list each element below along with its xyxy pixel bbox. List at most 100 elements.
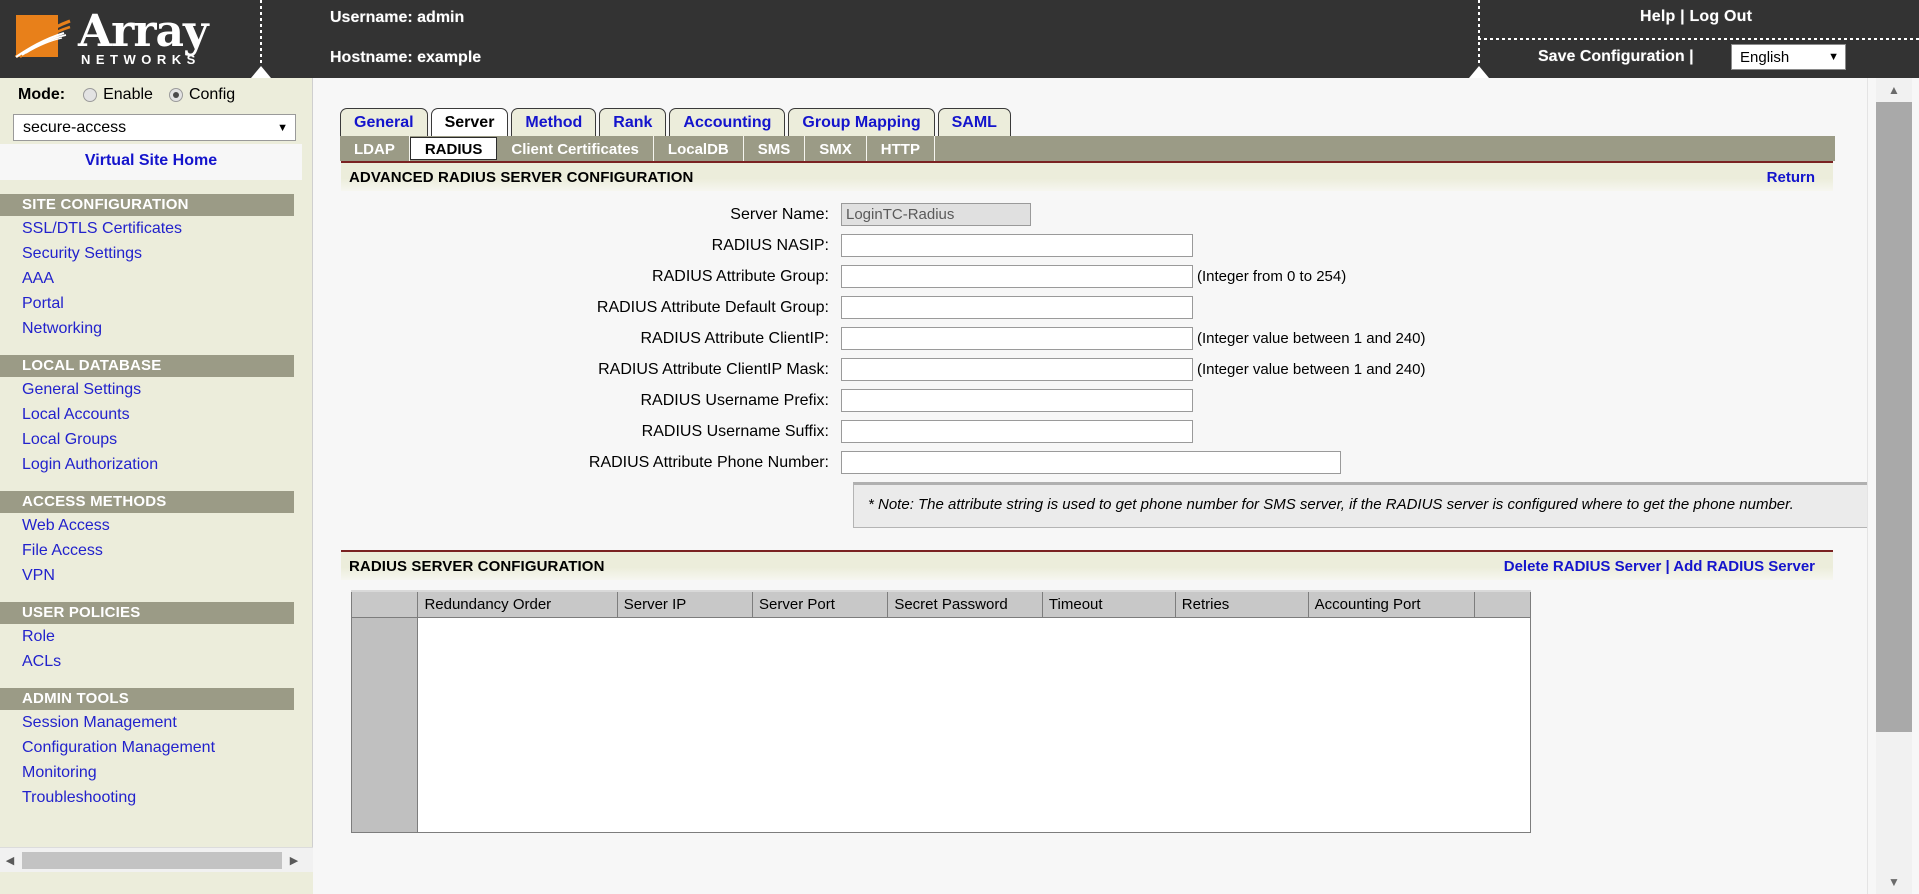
tab-saml[interactable]: SAML [937, 108, 1011, 136]
subtab-client-certificates[interactable]: Client Certificates [497, 136, 654, 161]
radius-attribute-group-input[interactable] [841, 265, 1193, 288]
sidebar-item-troubleshooting[interactable]: Troubleshooting [0, 785, 312, 810]
mode-selector: Mode: Enable Config [0, 78, 312, 112]
tab-accounting[interactable]: Accounting [669, 108, 786, 136]
tab-method[interactable]: Method [511, 108, 597, 136]
radius-attribute-phone-number-input[interactable] [841, 451, 1341, 474]
sidebar-item-ssl-dtls-certificates[interactable]: SSL/DTLS Certificates [0, 216, 312, 241]
field-row-attribute-phone-number: RADIUS Attribute Phone Number: [341, 451, 1833, 474]
secondary-tab-bar: LDAP RADIUS Client Certificates LocalDB … [340, 136, 1835, 161]
subtab-radius[interactable]: RADIUS [409, 137, 498, 160]
add-radius-server-link[interactable]: Add RADIUS Server [1673, 558, 1815, 575]
sidebar-bottom-strip [0, 872, 313, 894]
language-select-value: English [1740, 48, 1790, 66]
sidebar-item-local-groups[interactable]: Local Groups [0, 427, 312, 452]
virtual-site-home-link[interactable]: Virtual Site Home [0, 144, 302, 180]
chevron-down-icon: ▼ [1828, 51, 1839, 63]
sidebar-item-portal[interactable]: Portal [0, 291, 312, 316]
tab-general[interactable]: General [340, 108, 428, 136]
sidebar-item-file-access[interactable]: File Access [0, 538, 312, 563]
brand-subtitle: NETWORKS [81, 52, 201, 67]
subtab-smx[interactable]: SMX [805, 136, 867, 161]
scroll-left-icon[interactable]: ◀ [0, 848, 20, 873]
hint-attribute-group: (Integer from 0 to 254) [1197, 268, 1347, 285]
radius-attribute-default-group-input[interactable] [841, 296, 1193, 319]
tab-group-mapping[interactable]: Group Mapping [788, 108, 935, 136]
sidebar-item-security-settings[interactable]: Security Settings [0, 241, 312, 266]
sidebar-item-networking[interactable]: Networking [0, 316, 312, 341]
server-name-input[interactable] [841, 203, 1031, 226]
return-link[interactable]: Return [1767, 169, 1815, 186]
subtab-http[interactable]: HTTP [867, 136, 935, 161]
tab-server[interactable]: Server [430, 108, 509, 136]
label-attribute-group: RADIUS Attribute Group: [652, 267, 829, 285]
header-divider-left [260, 0, 262, 66]
sidebar-item-session-management[interactable]: Session Management [0, 710, 312, 735]
radius-attribute-clientip-input[interactable] [841, 327, 1193, 350]
subtab-sms[interactable]: SMS [744, 136, 806, 161]
col-select [350, 590, 419, 618]
array-networks-admin-page: Array NETWORKS Username: admin Hostname:… [0, 0, 1919, 894]
sidebar-item-login-authorization[interactable]: Login Authorization [0, 452, 312, 477]
radius-attribute-clientip-mask-input[interactable] [841, 358, 1193, 381]
language-select[interactable]: English ▼ [1731, 44, 1846, 70]
scroll-up-icon[interactable]: ▲ [1876, 78, 1912, 102]
tab-rank[interactable]: Rank [599, 108, 667, 136]
delete-radius-server-link[interactable]: Delete RADIUS Server [1504, 558, 1662, 575]
table-header-row: Redundancy Order Server IP Server Port S… [350, 590, 1531, 618]
col-server-port[interactable]: Server Port [752, 590, 889, 618]
sidebar-item-vpn[interactable]: VPN [0, 563, 312, 588]
subtab-ldap[interactable]: LDAP [340, 136, 410, 161]
sidebar-item-configuration-management[interactable]: Configuration Management [0, 735, 312, 760]
empty-cell [417, 616, 1531, 833]
subtab-localdb[interactable]: LocalDB [654, 136, 744, 161]
advanced-section-title: ADVANCED RADIUS SERVER CONFIGURATION [349, 168, 694, 186]
col-timeout[interactable]: Timeout [1041, 590, 1176, 618]
col-server-ip[interactable]: Server IP [616, 590, 754, 618]
mode-option-config[interactable]: Config [168, 86, 235, 104]
radius-username-suffix-input[interactable] [841, 420, 1193, 443]
help-logout-links[interactable]: Help | Log Out [1640, 8, 1752, 26]
radio-enable-icon[interactable] [83, 88, 98, 102]
col-redundancy-order[interactable]: Redundancy Order [417, 590, 618, 618]
nav-group-local-database: LOCAL DATABASE [0, 355, 294, 377]
label-radius-nasip: RADIUS NASIP: [711, 236, 829, 254]
radius-nasip-input[interactable] [841, 234, 1193, 257]
radio-config-icon[interactable] [168, 88, 183, 102]
row-gutter[interactable] [350, 616, 419, 833]
chevron-down-icon: ▼ [277, 121, 288, 134]
sidebar-item-role[interactable]: Role [0, 624, 312, 649]
sidebar-hscroll-thumb[interactable] [22, 851, 282, 869]
save-configuration-link[interactable]: Save Configuration | [1538, 48, 1694, 66]
advanced-form: Server Name: RADIUS NASIP: RADIUS Attrib… [341, 191, 1867, 528]
site-select[interactable]: secure-access ▼ [13, 114, 296, 141]
sidebar-item-web-access[interactable]: Web Access [0, 513, 312, 538]
sidebar-item-local-accounts[interactable]: Local Accounts [0, 402, 312, 427]
server-section-header: RADIUS SERVER CONFIGURATION Delete RADIU… [341, 552, 1833, 580]
label-attribute-clientip: RADIUS Attribute ClientIP: [640, 329, 829, 347]
col-retries[interactable]: Retries [1174, 590, 1309, 618]
col-accounting-port[interactable]: Accounting Port [1307, 590, 1476, 618]
sidebar-item-acls[interactable]: ACLs [0, 649, 312, 674]
sidebar-item-general-settings[interactable]: General Settings [0, 377, 312, 402]
server-section-links: Delete RADIUS Server | Add RADIUS Server [1504, 558, 1815, 575]
sidebar-item-aaa[interactable]: AAA [0, 266, 312, 291]
main-content: General Server Method Rank Accounting Gr… [313, 78, 1867, 894]
col-secret-password[interactable]: Secret Password [887, 590, 1043, 618]
phone-number-note: * Note: The attribute string is used to … [853, 482, 1867, 528]
scroll-right-icon[interactable]: ▶ [284, 848, 304, 873]
vscroll-thumb[interactable] [1876, 102, 1912, 732]
brand-logo[interactable]: Array NETWORKS [0, 0, 260, 78]
header-divider-horizontal [1478, 38, 1919, 40]
mode-option-enable-label: Enable [103, 86, 153, 103]
sidebar: Mode: Enable Config secure-access ▼ Virt… [0, 78, 313, 894]
radius-username-prefix-input[interactable] [841, 389, 1193, 412]
header-nub-left [251, 66, 271, 78]
page-vertical-scrollbar[interactable]: ▲ ▼ [1867, 78, 1919, 894]
field-row-radius-nasip: RADIUS NASIP: [341, 234, 1833, 257]
primary-tab-bar: General Server Method Rank Accounting Gr… [340, 108, 1014, 136]
sidebar-horizontal-scrollbar[interactable]: ◀ ▶ [0, 847, 313, 872]
sidebar-item-monitoring[interactable]: Monitoring [0, 760, 312, 785]
mode-option-enable[interactable]: Enable [83, 86, 153, 104]
scroll-down-icon[interactable]: ▼ [1876, 870, 1912, 894]
